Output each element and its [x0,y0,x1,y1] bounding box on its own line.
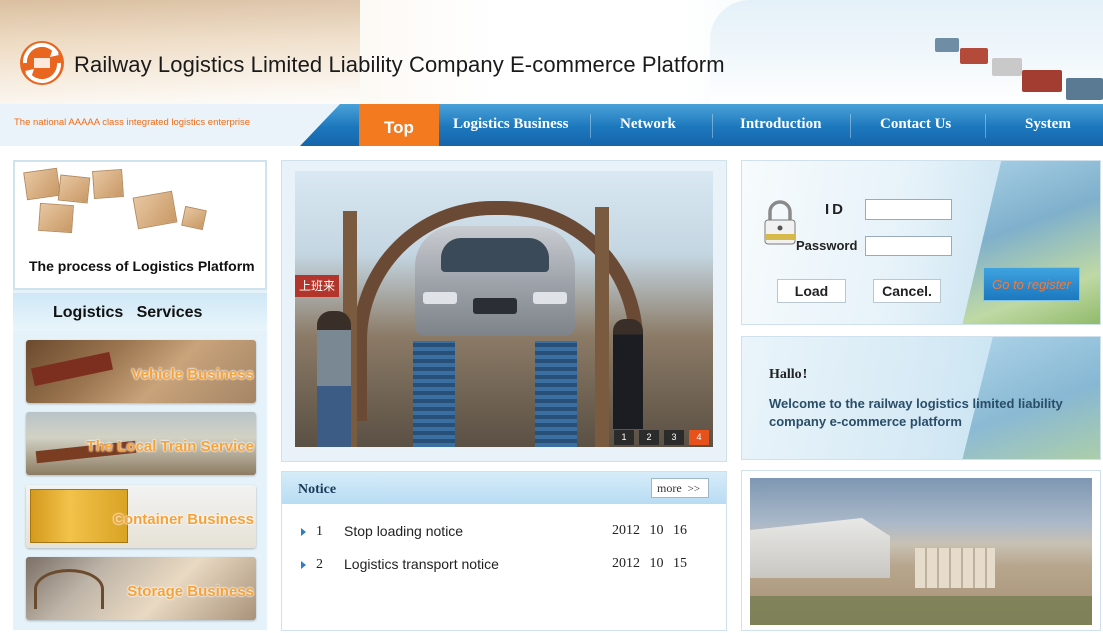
more-button[interactable]: more >> [651,478,709,498]
worker-figure [613,319,643,429]
notice-panel: Notice more >> 1 Stop loading notice 201… [281,471,727,631]
ground-grass [750,596,1092,625]
notice-date: 2012 10 15 [612,556,687,571]
greeting: Hallo! [769,367,807,383]
nav-introduction[interactable]: Introduction [740,116,821,133]
service-label: Container Business [113,511,254,528]
railcar-post [595,207,609,447]
notice-number: 1 [316,524,323,539]
slide-page-3[interactable]: 3 [664,430,684,445]
train-image [31,351,113,387]
service-label: Vehicle Business [131,366,254,383]
load-button[interactable]: Load [777,279,846,303]
car-grille [473,298,517,314]
worker-figure [317,311,351,447]
notice-title: Notice [298,482,337,497]
logistics-process-banner[interactable]: The process of Logistics Platform [13,160,267,290]
nav-top[interactable]: Top [359,104,439,146]
loading-ramp [413,341,455,447]
station-sign: 上班来 [295,275,339,297]
services-title: Logistics Services [53,304,203,321]
cardboard-box-image [132,190,178,230]
notice-item[interactable]: 2 Logistics transport notice 2012 10 15 [301,555,721,577]
lock-icon [764,200,796,245]
cardboard-box-image [57,174,91,204]
nav-divider [985,114,986,138]
slide-page-4[interactable]: 4 [689,430,709,445]
warehouse-yard-photo[interactable] [750,478,1092,625]
notice-title-link[interactable]: Logistics transport notice [344,556,499,572]
storage-arch-image [34,569,104,609]
nav-logistics-business[interactable]: Logistics Business [453,116,568,133]
password-label: Password [796,238,858,253]
nav-divider [590,114,591,138]
warehouse-building [750,518,890,578]
welcome-message: Welcome to the railway logistics limited… [769,396,1063,429]
slide-page-2[interactable]: 2 [639,430,659,445]
welcome-panel: Hallo! Welcome to the railway logistics … [741,336,1101,460]
notice-header: Notice more >> [282,472,726,504]
company-logo-icon [20,41,64,85]
container-stack [960,48,988,64]
warehouse-photo-frame [741,470,1101,631]
nav-network[interactable]: Network [620,116,676,133]
car-image [415,226,575,336]
cardboard-box-image [92,168,124,200]
container-stack [992,58,1022,76]
nav-divider [850,114,851,138]
id-input[interactable] [865,199,952,220]
notice-date: 2012 10 16 [612,523,687,538]
cardboard-box-image [23,167,61,201]
stacked-goods [915,548,995,588]
bullet-arrow-icon [301,561,306,569]
bullet-arrow-icon [301,528,306,536]
slideshow-image-car-loading[interactable]: 上班来 [295,171,713,447]
service-label: The Local Train Service [86,438,254,455]
service-local-train[interactable]: The Local Train Service [26,412,256,475]
service-vehicle-business[interactable]: Vehicle Business [26,340,256,403]
more-label: more [657,481,682,495]
car-windshield [441,238,549,272]
service-label: Storage Business [127,583,254,600]
tagline-strip: The national AAAAA class integrated logi… [0,104,340,146]
cardboard-box-image [181,205,207,231]
services-header: Logistics Services [13,293,267,331]
double-chevron-right-icon: >> [687,483,701,495]
notice-title-link[interactable]: Stop loading notice [344,523,463,539]
slide-page-1[interactable]: 1 [614,430,634,445]
cardboard-box-image [38,202,74,234]
notice-number: 2 [316,557,323,572]
service-container-business[interactable]: Container Business [26,485,256,548]
container-stack [1066,78,1103,100]
password-input[interactable] [865,236,952,256]
site-tagline: The national AAAAA class integrated logi… [14,117,251,128]
car-headlight [533,292,567,304]
service-storage-business[interactable]: Storage Business [26,557,256,620]
header-freight-banner [710,0,1103,104]
greeting-mark: ! [802,367,808,382]
car-headlight [423,292,457,304]
nav-divider [712,114,713,138]
cancel-button[interactable]: Cancel. [873,279,941,303]
greeting-text: Hallo [769,367,802,382]
main-navigation: The national AAAAA class integrated logi… [0,104,1103,146]
nav-contact-us[interactable]: Contact Us [880,116,951,133]
loading-ramp [535,341,577,447]
nav-system[interactable]: System [1025,116,1071,133]
container-stack [935,38,959,52]
site-header: Railway Logistics Limited Liability Comp… [0,0,1103,104]
id-label: ID [825,201,846,218]
container-stack [1022,70,1062,92]
site-title: Railway Logistics Limited Liability Comp… [74,52,725,77]
register-button[interactable]: Go to register [983,267,1080,301]
notice-item[interactable]: 1 Stop loading notice 2012 10 16 [301,522,721,544]
process-label: The process of Logistics Platform [29,258,255,274]
